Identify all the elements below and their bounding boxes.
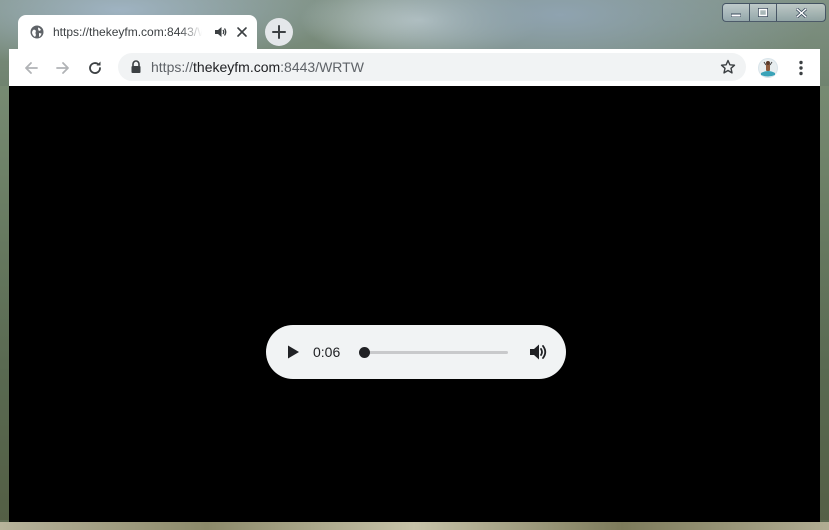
browser-tab[interactable]: https://thekeyfm.com:8443/WRTW	[18, 15, 257, 49]
window-close-button[interactable]	[776, 3, 826, 22]
maximize-icon	[758, 8, 768, 17]
url-path: :8443/WRTW	[280, 59, 364, 75]
minimize-button[interactable]	[722, 3, 749, 22]
progress-thumb[interactable]	[358, 347, 370, 358]
arrow-right-icon	[56, 62, 69, 74]
lock-icon[interactable]	[130, 60, 142, 74]
back-button[interactable]	[19, 56, 43, 80]
window-frame-left	[0, 86, 9, 522]
browser-menu-button[interactable]	[789, 56, 813, 80]
window-controls	[722, 3, 826, 22]
url-text[interactable]: https://thekeyfm.com:8443/WRTW	[151, 60, 364, 75]
tab-title: https://thekeyfm.com:8443/WRTW	[53, 25, 202, 39]
current-time: 0:06	[313, 344, 341, 360]
browser-toolbar: https://thekeyfm.com:8443/WRTW	[9, 49, 820, 86]
minimize-icon	[731, 13, 741, 17]
window-frame-right	[820, 86, 829, 522]
browser-window: https://thekeyfm.com:8443/WRTW	[0, 0, 829, 530]
profile-avatar-button[interactable]	[756, 56, 780, 80]
address-bar[interactable]: https://thekeyfm.com:8443/WRTW	[118, 53, 746, 81]
close-icon[interactable]	[234, 24, 250, 40]
kebab-menu-icon	[799, 60, 803, 76]
url-scheme: https://	[151, 59, 194, 75]
close-icon	[795, 7, 807, 18]
speaker-icon[interactable]	[214, 25, 228, 39]
url-host: thekeyfm.com	[193, 59, 281, 75]
page-content: 0:06	[9, 86, 820, 522]
avatar-icon	[758, 58, 778, 78]
reload-icon	[89, 61, 101, 74]
reload-button[interactable]	[83, 56, 107, 80]
play-icon[interactable]	[285, 344, 301, 360]
star-icon[interactable]	[720, 59, 736, 75]
volume-icon[interactable]	[528, 342, 548, 362]
new-tab-button[interactable]	[265, 18, 293, 46]
globe-icon	[30, 25, 44, 39]
arrow-left-icon	[25, 62, 38, 74]
audio-player: 0:06	[266, 325, 566, 379]
progress-slider[interactable]	[358, 347, 508, 358]
plus-icon	[272, 25, 286, 39]
maximize-button[interactable]	[749, 3, 776, 22]
forward-button[interactable]	[51, 56, 75, 80]
